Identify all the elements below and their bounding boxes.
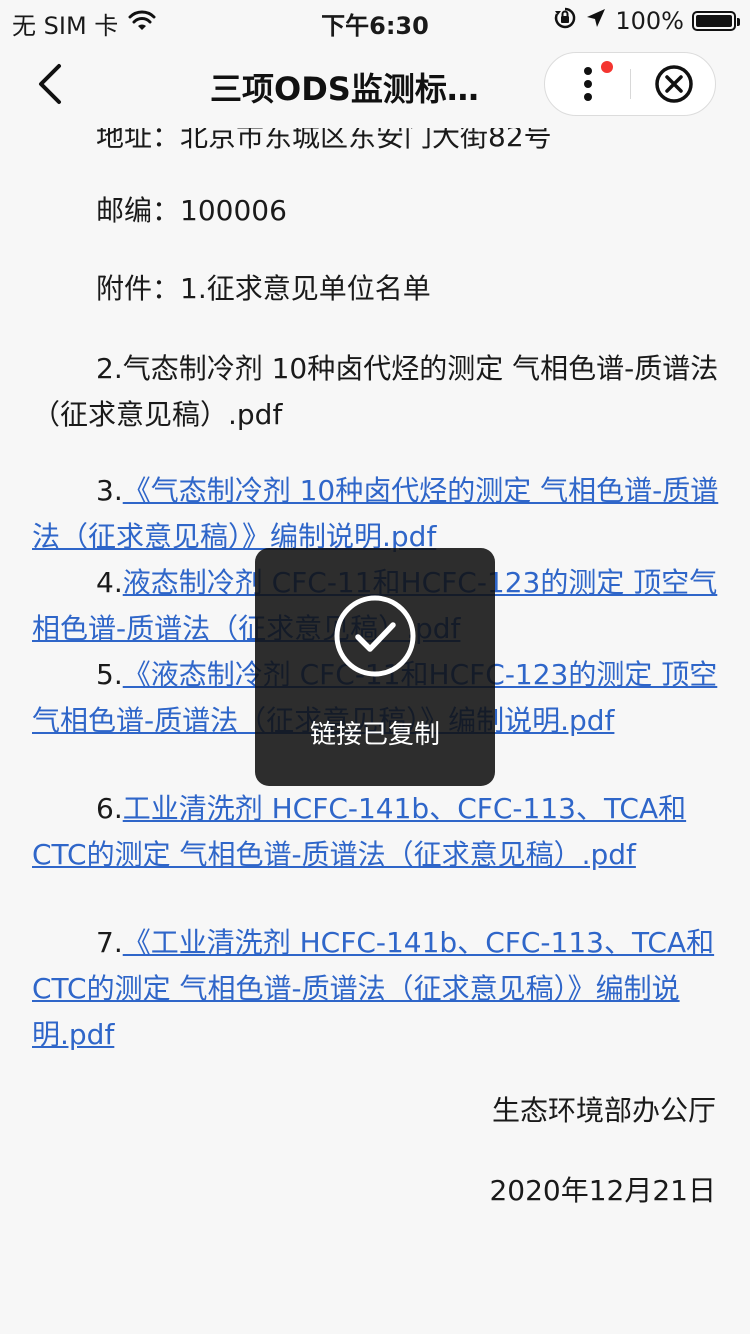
location-arrow-icon [585, 7, 607, 35]
attachment-7-link[interactable]: 《工业清洗剂 HCFC-141b、CFC-113、TCA和CTC的测定 气相色谱… [32, 926, 714, 1051]
more-button[interactable] [545, 53, 630, 115]
page-title: 三项ODS监测标… [210, 70, 479, 108]
attachment-number: 6. [96, 792, 123, 825]
attachment-6: 6.工业清洗剂 HCFC-141b、CFC-113、TCA和CTC的测定 气相色… [32, 786, 722, 878]
address-line: 地址：北京市东城区东安门大街82号 [96, 128, 552, 153]
close-button[interactable] [631, 53, 716, 115]
battery-percent: 100% [615, 7, 684, 35]
nav-bar: 三项ODS监测标… [0, 40, 750, 128]
attachment-3-link[interactable]: 《气态制冷剂 10种卤代烃的测定 气相色谱-质谱法（征求意见稿）》编制说明.pd… [32, 474, 718, 553]
attachment-2: 2.气态制冷剂 10种卤代烃的测定 气相色谱-质谱法（征求意见稿）.pdf [32, 352, 719, 431]
attachment-7: 7.《工业清洗剂 HCFC-141b、CFC-113、TCA和CTC的测定 气相… [32, 920, 722, 1058]
attachment-6-link[interactable]: 工业清洗剂 HCFC-141b、CFC-113、TCA和CTC的测定 气相色谱-… [32, 792, 686, 871]
attachment-number: 5. [96, 658, 123, 691]
issuer: 生态环境部办公厅 [491, 1094, 716, 1127]
battery-icon [692, 11, 740, 31]
mini-program-capsule [544, 52, 716, 116]
attachment-number: 7. [96, 926, 123, 959]
back-button[interactable] [26, 60, 74, 108]
battery-level [696, 15, 732, 27]
notification-dot [601, 61, 613, 73]
more-dots-icon [583, 67, 592, 101]
postcode-line: 邮编：100006 [96, 194, 287, 227]
chevron-left-icon [39, 64, 61, 104]
attachment-number: 4. [96, 566, 123, 599]
check-circle-icon [334, 595, 416, 677]
toast: 链接已复制 [255, 548, 495, 786]
toast-message: 链接已复制 [309, 720, 440, 750]
status-right: 100% [553, 6, 740, 36]
status-bar: 无 SIM 卡 下午6:30 100% [0, 0, 750, 40]
close-circle-icon [654, 65, 693, 103]
attachment-1: 附件：1.征求意见单位名单 [96, 272, 431, 305]
attachment-number: 3. [96, 474, 123, 507]
attachment-3: 3.《气态制冷剂 10种卤代烃的测定 气相色谱-质谱法（征求意见稿）》编制说明.… [32, 468, 722, 560]
issue-date: 2020年12月21日 [489, 1174, 716, 1207]
orientation-lock-icon [553, 6, 577, 36]
